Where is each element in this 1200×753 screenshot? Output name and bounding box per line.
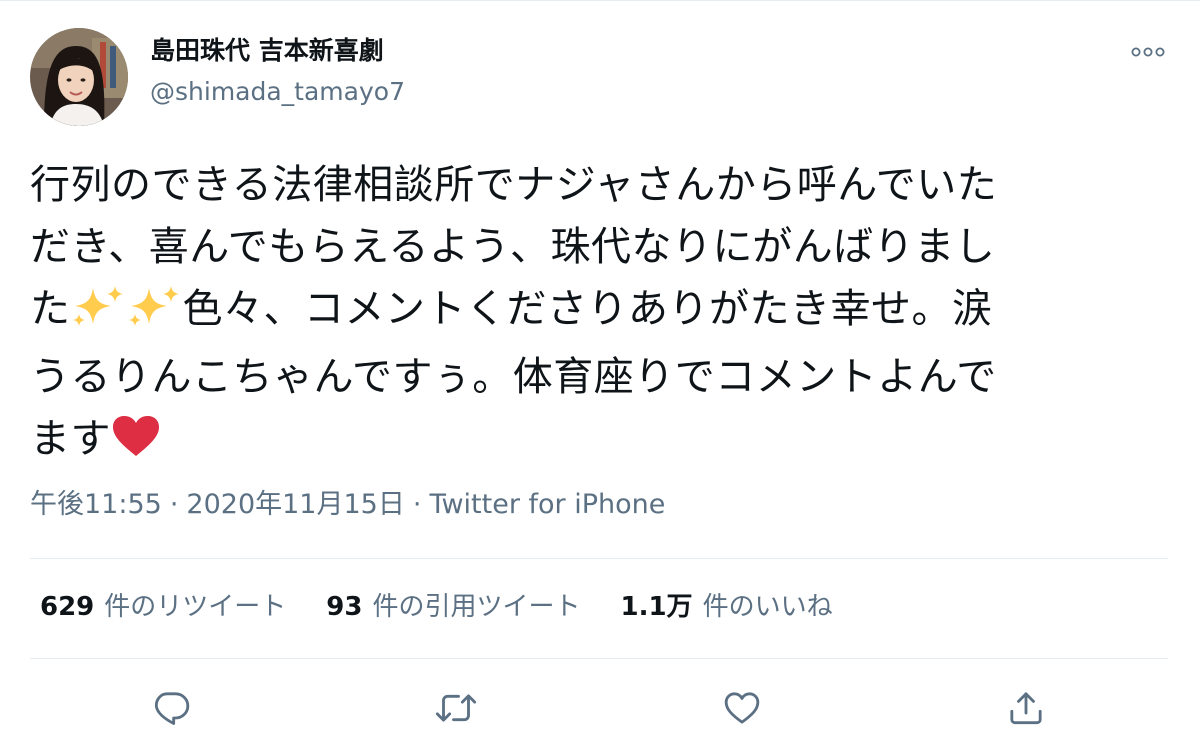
- retweet-count: 629: [40, 592, 95, 622]
- tweet-text-line: 行列のできる法律相談所でナジャさんから呼んでいた: [30, 162, 998, 208]
- more-dots-icon: [1131, 47, 1165, 57]
- tweet-text: 行列のできる法律相談所でナジャさんから呼んでいた だき、喜んでもらえるよう、珠代…: [30, 154, 1160, 476]
- tweet-text-line: うるりんこちゃんですぅ。体育座りでコメントよんで: [30, 354, 997, 400]
- reply-icon: [154, 692, 190, 725]
- retweet-count-link[interactable]: 629 件のリツイート: [40, 587, 286, 627]
- quote-count-label: 件の引用ツイート: [372, 592, 581, 622]
- share-button[interactable]: [1002, 684, 1050, 732]
- tweet-meta: 午後11:55 · 2020年11月15日 · Twitter for iPhone: [30, 487, 665, 523]
- quote-count: 93: [326, 592, 363, 622]
- like-icon: [724, 692, 760, 724]
- tweet-time[interactable]: 午後11:55: [30, 489, 162, 520]
- retweet-icon: [435, 694, 477, 722]
- tweet-source[interactable]: Twitter for iPhone: [429, 489, 665, 520]
- reply-button[interactable]: [148, 684, 196, 732]
- tweet-text-line: だき、喜んでもらえるよう、珠代なりにがんばりまし: [30, 224, 996, 270]
- tweet-text-line: 色々、コメントくださりありがたき幸せ。涙: [182, 286, 993, 332]
- like-count-link[interactable]: 1.1万 件のいいね: [621, 587, 833, 627]
- tweet-date[interactable]: 2020年11月15日: [186, 489, 404, 520]
- like-count-label: 件のいいね: [702, 592, 833, 622]
- avatar-photo: [30, 28, 128, 126]
- tweet-text-line: た: [30, 286, 71, 332]
- retweet-button[interactable]: [432, 684, 480, 732]
- meta-separator: ·: [169, 489, 179, 520]
- tweet-actions: [0, 684, 1200, 732]
- more-options-button[interactable]: [1128, 37, 1168, 67]
- like-button[interactable]: [718, 684, 766, 732]
- author-display-name[interactable]: 島田珠代 吉本新喜劇: [150, 35, 384, 67]
- meta-separator: ·: [412, 489, 422, 520]
- share-icon: [1010, 692, 1042, 725]
- tweet-stats: 629 件のリツイート 93 件の引用ツイート 1.1万 件のいいね: [40, 587, 833, 627]
- avatar[interactable]: [30, 28, 128, 126]
- author-handle[interactable]: @shimada_tamayo7: [150, 76, 405, 108]
- like-count: 1.1万: [620, 592, 693, 622]
- red-heart-emoji-icon: [111, 414, 161, 476]
- retweet-count-label: 件のリツイート: [104, 592, 287, 622]
- tweet-card: 島田珠代 吉本新喜劇 @shimada_tamayo7 行列のできる法律相談所で…: [0, 0, 1200, 753]
- sparkles-emoji-icon: [127, 284, 183, 346]
- divider: [30, 658, 1168, 659]
- tweet-text-line: ます: [30, 416, 111, 462]
- quote-count-link[interactable]: 93 件の引用ツイート: [326, 587, 580, 627]
- sparkles-emoji-icon: [71, 284, 127, 346]
- divider: [30, 558, 1168, 559]
